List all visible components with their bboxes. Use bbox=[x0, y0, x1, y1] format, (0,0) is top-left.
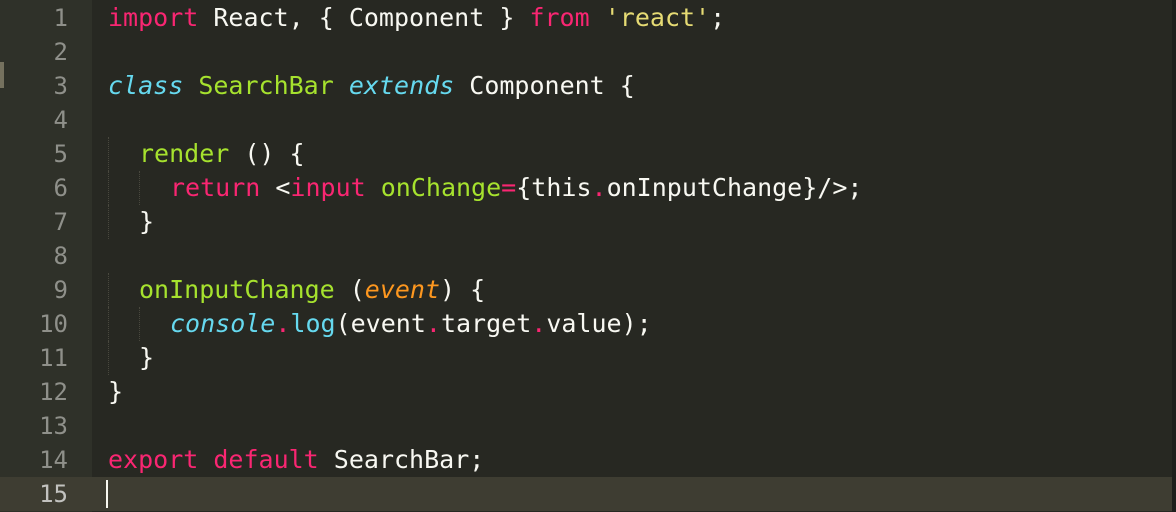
line-number[interactable]: 3 bbox=[0, 69, 68, 103]
line-number[interactable]: 7 bbox=[0, 205, 68, 239]
code-token: . bbox=[425, 309, 441, 338]
code-token: ; bbox=[710, 3, 726, 32]
code-token: default bbox=[213, 445, 319, 474]
code-line[interactable]: 6 return <input onChange={this.onInputCha… bbox=[0, 171, 1172, 205]
code-token: target bbox=[440, 309, 532, 338]
code-line[interactable]: 5 render () { bbox=[0, 137, 1172, 171]
code-line[interactable]: 7} bbox=[0, 205, 1172, 239]
code-token: (event bbox=[335, 309, 426, 338]
code-token: {this bbox=[516, 173, 592, 202]
line-number[interactable]: 2 bbox=[0, 35, 68, 69]
code-token: value); bbox=[546, 309, 652, 338]
line-number[interactable]: 12 bbox=[0, 375, 68, 409]
code-token: onInputChange bbox=[139, 275, 335, 304]
code-token: } bbox=[108, 377, 124, 406]
code-token: console bbox=[170, 309, 276, 338]
indent-guide bbox=[108, 273, 110, 307]
code-line[interactable]: 1 import React, { Component } from 'react… bbox=[0, 1, 1172, 35]
code-content: console.log(event.target.value); bbox=[170, 307, 652, 341]
line-number[interactable]: 14 bbox=[0, 443, 68, 477]
code-token: log bbox=[290, 309, 336, 338]
line-number[interactable]: 8 bbox=[0, 239, 68, 273]
code-content: onInputChange (event) { bbox=[139, 273, 485, 307]
code-line[interactable]: 2 bbox=[0, 35, 1172, 69]
code-content: render () { bbox=[139, 137, 305, 171]
code-line[interactable]: 15 bbox=[0, 477, 1172, 511]
line-number[interactable]: 13 bbox=[0, 409, 68, 443]
line-number[interactable]: 11 bbox=[0, 341, 68, 375]
code-line[interactable]: 11} bbox=[0, 341, 1172, 375]
code-line[interactable]: 12} bbox=[0, 375, 1172, 409]
code-token: onInputChange}/>; bbox=[606, 173, 863, 202]
code-token: ( bbox=[334, 275, 365, 304]
code-token: extends bbox=[348, 71, 455, 100]
line-number[interactable]: 9 bbox=[0, 273, 68, 307]
code-token: Component { bbox=[454, 71, 635, 100]
code-token: from bbox=[529, 3, 590, 32]
code-token: input bbox=[290, 173, 366, 202]
code-token: class bbox=[108, 71, 184, 100]
editor-right-edge bbox=[1172, 0, 1176, 512]
line-number[interactable]: 6 bbox=[0, 171, 68, 205]
code-token: export bbox=[108, 445, 199, 474]
code-token: 'react' bbox=[604, 3, 711, 32]
code-token: () { bbox=[229, 139, 305, 168]
code-line[interactable]: 9 onInputChange (event) { bbox=[0, 273, 1172, 307]
code-token: . bbox=[591, 173, 607, 202]
code-token: onChange bbox=[380, 173, 502, 202]
code-content: } bbox=[108, 375, 123, 409]
code-token: event bbox=[364, 275, 441, 304]
indent-guide bbox=[108, 205, 110, 239]
indent-guide bbox=[139, 307, 141, 341]
code-content: } bbox=[139, 205, 154, 239]
code-line[interactable]: 3 class SearchBar extends Component { bbox=[0, 69, 1172, 103]
code-token: = bbox=[501, 173, 517, 202]
code-token: } bbox=[139, 343, 155, 372]
code-token: . bbox=[531, 309, 547, 338]
code-token: . bbox=[275, 309, 291, 338]
code-line[interactable]: 4 bbox=[0, 103, 1172, 137]
code-token: < bbox=[260, 173, 291, 202]
code-line[interactable]: 8 bbox=[0, 239, 1172, 273]
code-token: import bbox=[108, 3, 199, 32]
text-cursor bbox=[106, 480, 108, 508]
line-number[interactable]: 10 bbox=[0, 307, 68, 341]
line-number[interactable]: 5 bbox=[0, 137, 68, 171]
code-token: React, { Component } bbox=[198, 3, 530, 32]
code-content: import React, { Component } from 'react'… bbox=[108, 1, 725, 35]
indent-guide bbox=[108, 341, 110, 375]
code-token: SearchBar bbox=[198, 71, 334, 100]
code-token: SearchBar; bbox=[318, 445, 485, 474]
indent-guide bbox=[108, 307, 110, 341]
code-editor[interactable]: 1 import React, { Component } from 'react… bbox=[0, 0, 1176, 512]
code-area[interactable]: 1 import React, { Component } from 'react… bbox=[0, 1, 1172, 511]
code-line[interactable]: 14 export default SearchBar; bbox=[0, 443, 1172, 477]
code-token: } bbox=[139, 207, 155, 236]
code-line[interactable]: 13 bbox=[0, 409, 1172, 443]
code-token: ) { bbox=[440, 275, 486, 304]
code-line[interactable]: 10 console.log(event.target.value); bbox=[0, 307, 1172, 341]
code-content: return <input onChange={this.onInputChan… bbox=[170, 171, 862, 205]
code-content: export default SearchBar; bbox=[108, 443, 484, 477]
line-number[interactable]: 4 bbox=[0, 103, 68, 137]
indent-guide bbox=[108, 171, 110, 205]
line-number[interactable]: 1 bbox=[0, 1, 68, 35]
indent-guide bbox=[139, 171, 141, 205]
code-token: render bbox=[139, 139, 230, 168]
indent-guide bbox=[108, 137, 110, 171]
code-content: class SearchBar extends Component { bbox=[108, 69, 635, 103]
code-content: } bbox=[139, 341, 154, 375]
line-number[interactable]: 15 bbox=[0, 477, 68, 511]
code-token: return bbox=[170, 173, 261, 202]
